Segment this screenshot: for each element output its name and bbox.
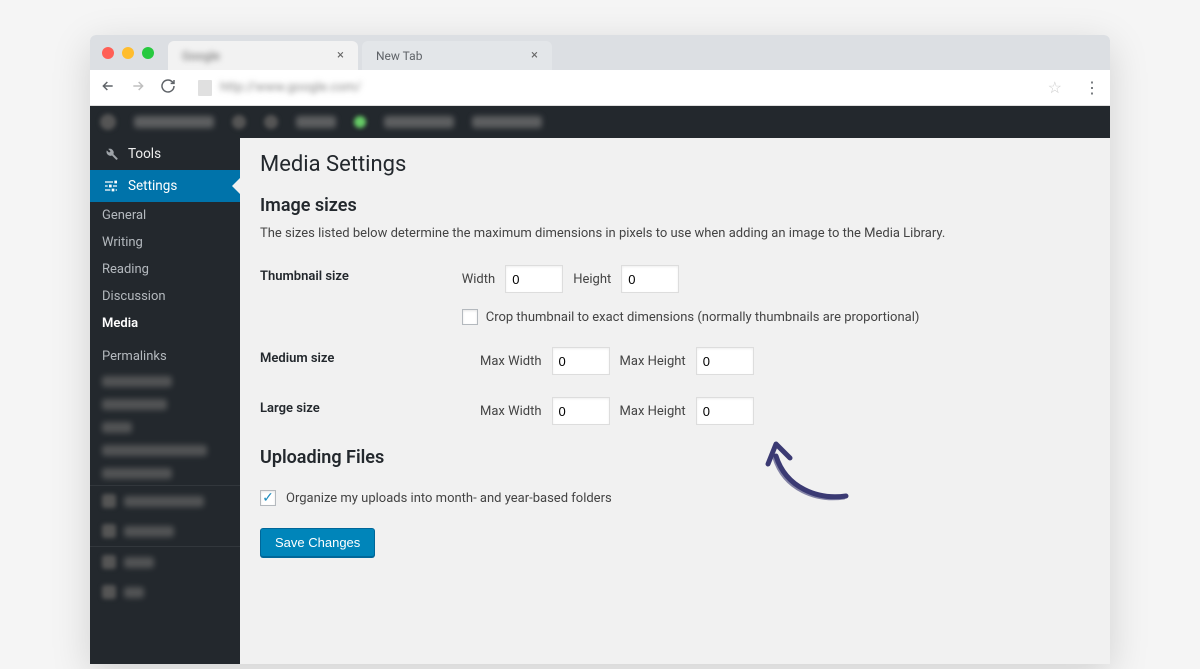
adminbar-item[interactable] xyxy=(384,116,454,128)
wp-logo-icon[interactable] xyxy=(100,114,116,130)
sidebar-item-blurred[interactable] xyxy=(90,416,240,439)
medium-width-input[interactable] xyxy=(552,347,610,375)
row-organize: ✓ Organize my uploads into month- and ye… xyxy=(260,490,1090,506)
section-heading-image-sizes: Image sizes xyxy=(260,195,1090,216)
row-medium: Medium size Max Width Max Height xyxy=(260,347,1090,375)
forward-icon[interactable] xyxy=(130,78,146,98)
page-icon xyxy=(198,80,212,96)
address-bar: http://www.google.com/ ☆ ⋮ xyxy=(90,70,1110,106)
close-window-button[interactable] xyxy=(102,47,114,59)
bookmark-star-icon[interactable]: ☆ xyxy=(1048,78,1062,97)
field-label-height: Height xyxy=(573,272,611,287)
sidebar-item-label: Settings xyxy=(128,178,177,194)
large-width-input[interactable] xyxy=(552,397,610,425)
url-text: http://www.google.com/ xyxy=(220,80,361,95)
row-large: Large size Max Width Max Height xyxy=(260,397,1090,425)
adminbar-item[interactable] xyxy=(134,116,214,128)
sidebar-sub-permalinks[interactable]: Permalinks xyxy=(90,343,240,370)
wrench-icon xyxy=(102,146,120,162)
reload-icon[interactable] xyxy=(160,78,176,98)
minimize-window-button[interactable] xyxy=(122,47,134,59)
sidebar-item-blurred[interactable] xyxy=(90,577,240,607)
section-description: The sizes listed below determine the max… xyxy=(260,226,1090,241)
field-label-maxheight: Max Height xyxy=(620,404,686,419)
sidebar-item-blurred[interactable] xyxy=(90,462,240,485)
adminbar-item[interactable] xyxy=(232,115,246,129)
section-heading-uploading: Uploading Files xyxy=(260,447,1090,468)
row-label: Large size xyxy=(260,397,480,416)
field-label-maxwidth: Max Width xyxy=(480,404,542,419)
large-height-input[interactable] xyxy=(696,397,754,425)
sidebar-sub-media[interactable]: Media xyxy=(90,310,240,337)
thumbnail-height-input[interactable] xyxy=(621,265,679,293)
new-tab-button[interactable] xyxy=(556,50,586,70)
crop-checkbox[interactable] xyxy=(462,309,478,325)
row-thumbnail: Thumbnail size Width Height Crop thumbna… xyxy=(260,265,1090,325)
sidebar-item-blurred[interactable] xyxy=(90,439,240,462)
field-label-maxheight: Max Height xyxy=(620,354,686,369)
medium-height-input[interactable] xyxy=(696,347,754,375)
crop-checkbox-label: Crop thumbnail to exact dimensions (norm… xyxy=(486,310,920,325)
tab-title: New Tab xyxy=(376,49,422,63)
sidebar-item-blurred[interactable] xyxy=(90,516,240,546)
sidebar-item-label: Tools xyxy=(128,146,161,162)
tab-title: Google xyxy=(182,49,220,63)
sidebar-item-blurred[interactable] xyxy=(90,485,240,516)
wp-admin-bar xyxy=(90,106,1110,138)
sidebar-item-blurred[interactable] xyxy=(90,393,240,416)
sidebar-sub-reading[interactable]: Reading xyxy=(90,256,240,283)
admin-sidebar: Tools Settings General Writing Reading D… xyxy=(90,138,240,664)
adminbar-item[interactable] xyxy=(354,116,366,128)
adminbar-item[interactable] xyxy=(264,115,278,129)
adminbar-item[interactable] xyxy=(296,116,336,128)
window-controls xyxy=(102,35,168,70)
sliders-icon xyxy=(102,178,120,194)
browser-menu-icon[interactable]: ⋮ xyxy=(1084,86,1100,90)
tab-strip: Google × New Tab × xyxy=(90,35,1110,70)
wp-body: Tools Settings General Writing Reading D… xyxy=(90,138,1110,664)
organize-checkbox-label: Organize my uploads into month- and year… xyxy=(286,491,612,506)
field-label-width: Width xyxy=(462,272,495,287)
maximize-window-button[interactable] xyxy=(142,47,154,59)
close-tab-icon[interactable]: × xyxy=(527,48,542,63)
field-label-maxwidth: Max Width xyxy=(480,354,542,369)
sidebar-sub-discussion[interactable]: Discussion xyxy=(90,283,240,310)
close-tab-icon[interactable]: × xyxy=(333,48,348,63)
save-changes-button[interactable]: Save Changes xyxy=(260,528,375,557)
back-icon[interactable] xyxy=(100,78,116,98)
thumbnail-width-input[interactable] xyxy=(505,265,563,293)
sidebar-item-blurred[interactable] xyxy=(90,546,240,577)
row-label: Medium size xyxy=(260,347,480,366)
browser-tab-active[interactable]: Google × xyxy=(168,41,358,70)
settings-content: Media Settings Image sizes The sizes lis… xyxy=(240,138,1110,664)
browser-tab[interactable]: New Tab × xyxy=(362,41,552,70)
adminbar-item[interactable] xyxy=(472,116,542,128)
page-title: Media Settings xyxy=(260,152,1090,177)
sidebar-item-settings[interactable]: Settings xyxy=(90,170,240,202)
row-label: Thumbnail size xyxy=(260,265,462,284)
sidebar-sub-writing[interactable]: Writing xyxy=(90,229,240,256)
browser-window: Google × New Tab × http://www.google.com… xyxy=(90,35,1110,664)
sidebar-item-blurred[interactable] xyxy=(90,370,240,393)
organize-checkbox[interactable]: ✓ xyxy=(260,490,276,506)
sidebar-item-tools[interactable]: Tools xyxy=(90,138,240,170)
url-field[interactable]: http://www.google.com/ xyxy=(190,75,1034,101)
sidebar-sub-general[interactable]: General xyxy=(90,202,240,229)
